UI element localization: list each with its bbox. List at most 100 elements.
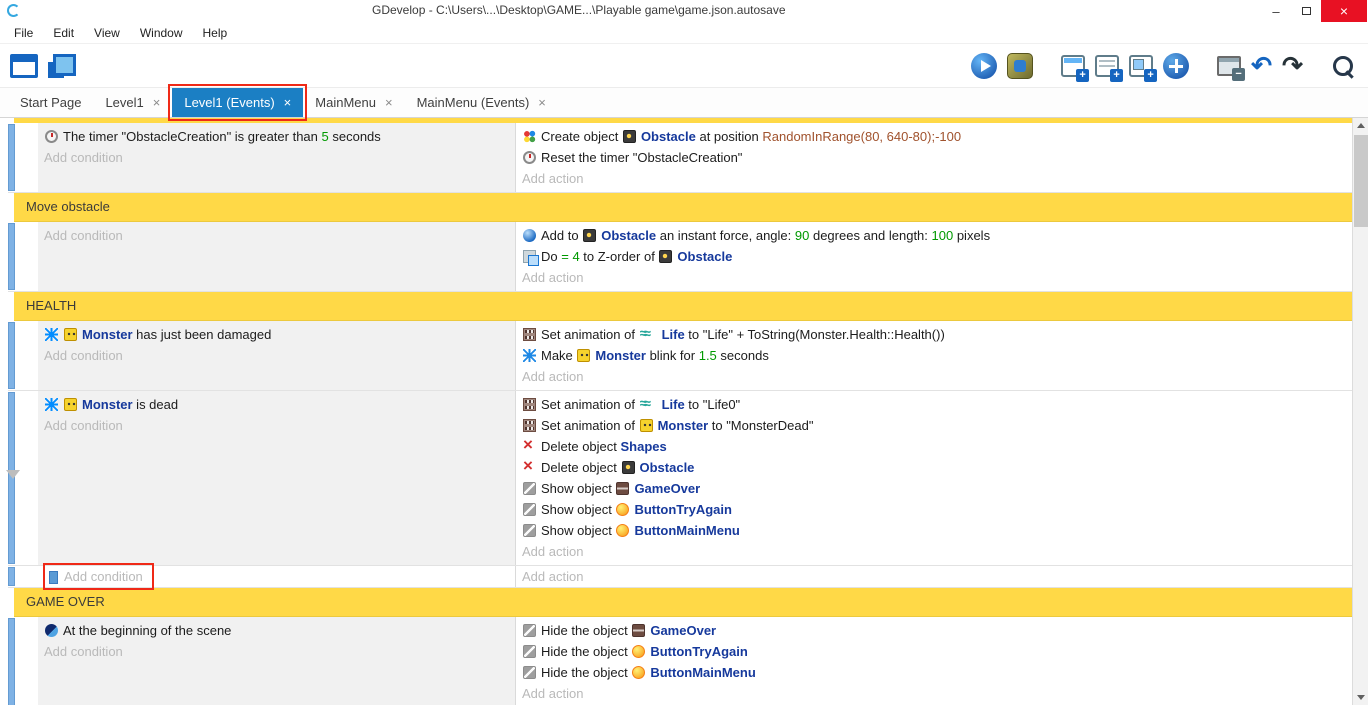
action-line[interactable]: Add to Obstacle an instant force, angle:… bbox=[516, 225, 1352, 246]
action-line[interactable]: Hide the object GameOver bbox=[516, 620, 1352, 641]
text-segment: Hide the object bbox=[541, 644, 631, 659]
tab-label: MainMenu bbox=[315, 95, 376, 110]
event-selection-bar[interactable] bbox=[8, 124, 15, 191]
object-name: Life bbox=[662, 397, 685, 412]
add-action-button[interactable]: Add action bbox=[516, 267, 1352, 288]
action-line[interactable]: Do = 4 to Z-order of Obstacle bbox=[516, 246, 1352, 267]
event-selection-bar[interactable] bbox=[8, 223, 15, 290]
event-drag-handle[interactable] bbox=[49, 571, 58, 584]
add-condition-button[interactable]: Add condition bbox=[38, 225, 515, 246]
menu-window[interactable]: Window bbox=[130, 22, 193, 43]
add-action-button[interactable]: Add action bbox=[516, 366, 1352, 387]
new-scene-icon[interactable] bbox=[1061, 55, 1085, 77]
action-line[interactable]: Show object ButtonTryAgain bbox=[516, 499, 1352, 520]
gameover-object-icon bbox=[616, 482, 629, 495]
action-line[interactable]: Create object Obstacle at position Rando… bbox=[516, 126, 1352, 147]
condition-line[interactable]: The timer "ObstacleCreation" is greater … bbox=[38, 126, 515, 147]
condition-line[interactable]: At the beginning of the scene bbox=[38, 620, 515, 641]
health-behavior-icon bbox=[45, 328, 58, 341]
action-line[interactable]: Set animation of Monster to "MonsterDead… bbox=[516, 415, 1352, 436]
text-segment: 5 bbox=[322, 129, 329, 144]
text-segment: blink for bbox=[646, 348, 699, 363]
text-segment: is dead bbox=[133, 397, 179, 412]
close-button[interactable]: × bbox=[1321, 0, 1367, 22]
add-condition-button[interactable]: Add condition bbox=[38, 147, 515, 168]
action-line[interactable]: Set animation of Life to "Life0" bbox=[516, 394, 1352, 415]
new-external-layout-icon[interactable] bbox=[1129, 55, 1153, 77]
action-line[interactable]: Reset the timer "ObstacleCreation" bbox=[516, 147, 1352, 168]
text-segment: Delete object bbox=[541, 460, 621, 475]
event-selection-bar[interactable] bbox=[8, 618, 15, 705]
add-condition-button[interactable]: Add condition bbox=[38, 641, 515, 662]
add-action-button[interactable]: Add action bbox=[516, 168, 1352, 189]
text-segment: Make bbox=[541, 348, 576, 363]
close-tab-icon[interactable]: × bbox=[153, 95, 161, 110]
text-segment: to bbox=[685, 327, 703, 342]
menu-help[interactable]: Help bbox=[193, 22, 238, 43]
tab-mainmenu-events[interactable]: MainMenu (Events) × bbox=[405, 88, 558, 117]
action-line[interactable]: Delete object Shapes bbox=[516, 436, 1352, 457]
tab-level1-events[interactable]: Level1 (Events) × bbox=[172, 88, 303, 117]
play-icon[interactable] bbox=[971, 53, 997, 79]
object-name: Life bbox=[662, 327, 685, 342]
placeholder-text: Add condition bbox=[44, 150, 123, 165]
menu-file[interactable]: File bbox=[4, 22, 43, 43]
tab-start-page[interactable]: Start Page bbox=[8, 88, 93, 117]
remove-window-icon[interactable] bbox=[1217, 56, 1241, 76]
event-selection-bar[interactable] bbox=[8, 567, 15, 586]
placeholder-text: Add action bbox=[522, 544, 583, 559]
menu-view[interactable]: View bbox=[84, 22, 130, 43]
scroll-down-icon[interactable] bbox=[1353, 689, 1368, 705]
tab-mainmenu[interactable]: MainMenu × bbox=[303, 88, 404, 117]
text-segment: degrees and length: bbox=[809, 228, 931, 243]
close-tab-icon[interactable]: × bbox=[385, 95, 393, 110]
undo-icon[interactable]: ↶ bbox=[1251, 53, 1272, 79]
text-segment: "Life" + ToString(Monster.Health::Health… bbox=[703, 327, 945, 342]
text-segment: Set animation of bbox=[541, 418, 639, 433]
event-group-header[interactable]: Move obstacle bbox=[14, 193, 1352, 222]
scene-editor-icon[interactable] bbox=[48, 54, 76, 78]
action-line[interactable]: Show object ButtonMainMenu bbox=[516, 520, 1352, 541]
condition-line[interactable]: Monster is dead bbox=[38, 394, 515, 415]
actions-cell: Set animation of Life to "Life0"Set anim… bbox=[516, 391, 1352, 565]
add-condition-button[interactable]: Add condition bbox=[38, 566, 515, 587]
action-line[interactable]: Hide the object ButtonTryAgain bbox=[516, 641, 1352, 662]
minimize-button[interactable]: – bbox=[1261, 0, 1291, 22]
scrollbar-thumb[interactable] bbox=[1354, 135, 1368, 227]
add-action-button[interactable]: Add action bbox=[516, 566, 1352, 587]
event-group-header[interactable]: HEALTH bbox=[14, 292, 1352, 321]
action-line[interactable]: Set animation of Life to "Life" + ToStri… bbox=[516, 324, 1352, 345]
maximize-button[interactable] bbox=[1291, 0, 1321, 22]
action-line[interactable]: Hide the object ButtonMainMenu bbox=[516, 662, 1352, 683]
action-line[interactable]: Show object GameOver bbox=[516, 478, 1352, 499]
placeholder-text: Add condition bbox=[44, 348, 123, 363]
title-bar: GDevelop - C:\Users\...\Desktop\GAME...\… bbox=[0, 0, 1368, 22]
vertical-scrollbar[interactable] bbox=[1352, 118, 1368, 705]
tab-level1[interactable]: Level1 × bbox=[93, 88, 172, 117]
menu-edit[interactable]: Edit bbox=[43, 22, 84, 43]
object-name: Monster bbox=[82, 397, 133, 412]
event-row: Add conditionAdd to Obstacle an instant … bbox=[8, 222, 1352, 292]
action-line[interactable]: Make Monster blink for 1.5 seconds bbox=[516, 345, 1352, 366]
add-action-button[interactable]: Add action bbox=[516, 541, 1352, 562]
action-line[interactable]: Delete object Obstacle bbox=[516, 457, 1352, 478]
close-tab-icon[interactable]: × bbox=[538, 95, 546, 110]
event-group-header[interactable]: GAME OVER bbox=[14, 588, 1352, 617]
close-tab-icon[interactable]: × bbox=[284, 95, 292, 110]
add-condition-button[interactable]: Add condition bbox=[38, 415, 515, 436]
project-manager-icon[interactable] bbox=[10, 54, 38, 78]
scroll-up-icon[interactable] bbox=[1353, 118, 1368, 134]
add-action-button[interactable]: Add action bbox=[516, 683, 1352, 704]
add-circle-icon[interactable] bbox=[1163, 53, 1189, 79]
new-external-events-icon[interactable] bbox=[1095, 55, 1119, 77]
add-condition-button[interactable]: Add condition bbox=[38, 345, 515, 366]
event-selection-bar[interactable] bbox=[8, 322, 15, 389]
debugger-icon[interactable] bbox=[1007, 53, 1033, 79]
condition-line[interactable]: Monster has just been damaged bbox=[38, 324, 515, 345]
placeholder-text: Add condition bbox=[44, 644, 123, 659]
redo-icon[interactable]: ↷ bbox=[1282, 53, 1303, 79]
object-name: Shapes bbox=[621, 439, 667, 454]
text-segment: seconds bbox=[717, 348, 769, 363]
search-icon[interactable] bbox=[1331, 54, 1356, 79]
text-segment: Do bbox=[541, 249, 561, 264]
